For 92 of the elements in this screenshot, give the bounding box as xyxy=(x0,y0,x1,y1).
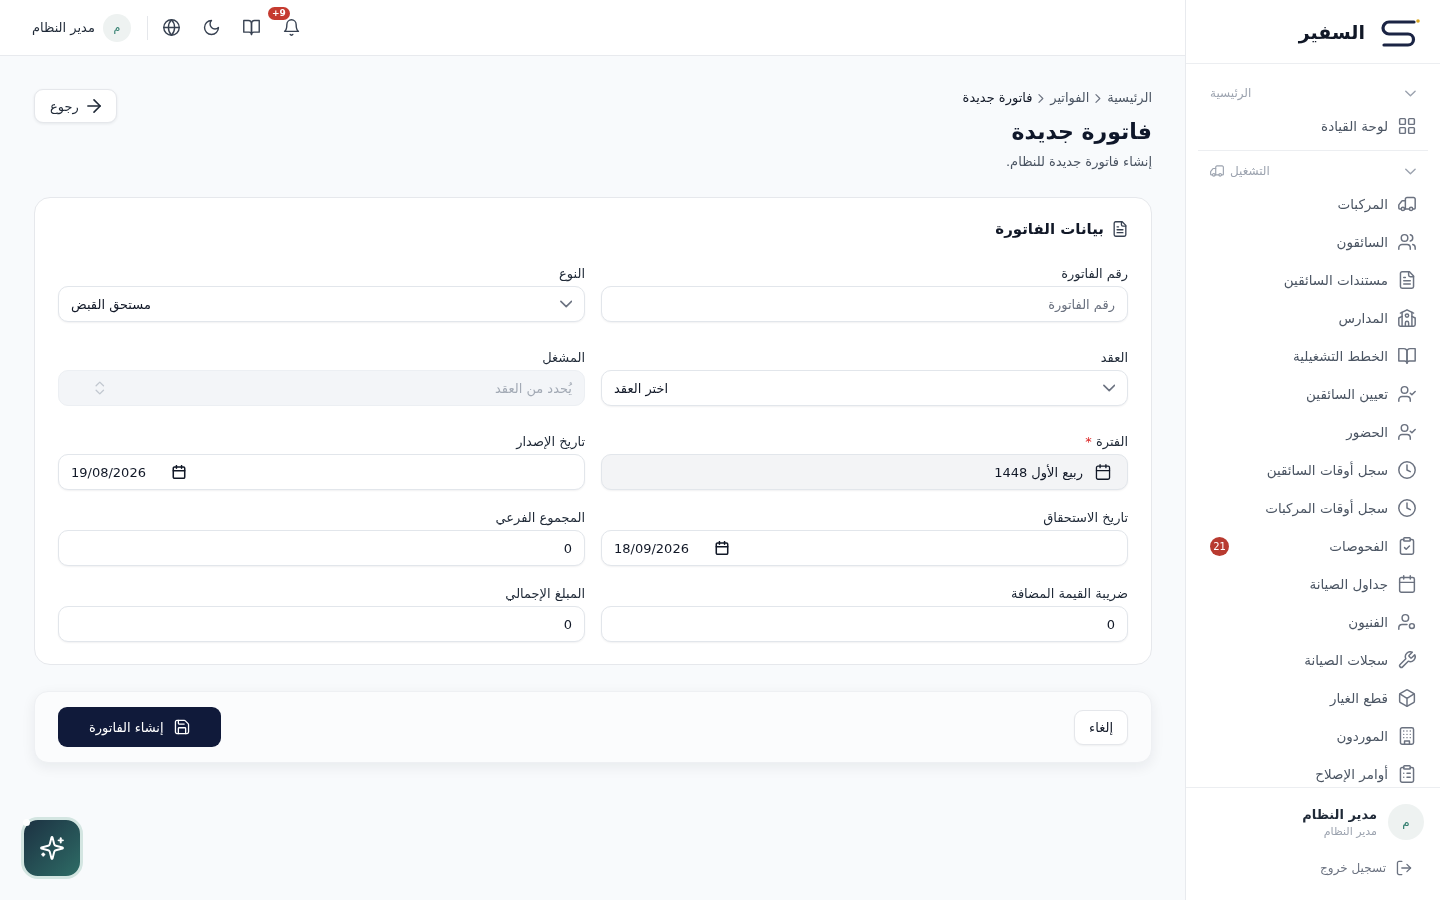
field-label: تاريخ الاستحقاق xyxy=(1042,509,1128,528)
logout-icon xyxy=(1396,860,1412,876)
chevron-right-icon xyxy=(1038,93,1045,103)
book-icon xyxy=(1398,347,1416,365)
logout-button[interactable]: تسجيل خروج xyxy=(1320,856,1412,880)
chevron-down-icon xyxy=(1102,384,1115,392)
chevron-down-icon xyxy=(1405,167,1416,175)
user-name: مدير النظام xyxy=(32,20,95,35)
page-title: فاتورة جديدة xyxy=(1010,118,1152,147)
breadcrumb-link[interactable]: فاتورة جديدة xyxy=(962,88,1033,108)
field-label: الفترة * xyxy=(1084,433,1128,452)
document-icon xyxy=(1398,271,1416,289)
chevrons-up-down-icon xyxy=(95,381,105,395)
sidebar-item[interactable]: المدارس xyxy=(1198,304,1428,332)
sidebar-item[interactable]: الموردون xyxy=(1198,722,1428,750)
arrow-right-icon xyxy=(86,99,101,113)
user-role: مدير النظام xyxy=(1322,823,1377,839)
calendar-icon xyxy=(1095,464,1111,480)
user-avatar: م xyxy=(1388,804,1424,840)
count-badge: 21 xyxy=(1210,536,1229,556)
period-picker[interactable]: ربيع الأول 1448 xyxy=(601,454,1128,490)
submit-button[interactable]: إنشاء الفاتورة xyxy=(58,707,221,747)
sidebar-item[interactable]: الفنيون xyxy=(1198,608,1428,636)
truck-icon xyxy=(1210,164,1224,178)
user-avatar: م xyxy=(102,13,131,42)
card-title: بيانات الفاتورة xyxy=(995,221,1104,237)
field-label: النوع xyxy=(558,265,585,284)
moon-icon xyxy=(203,19,221,36)
number-field[interactable]: 0 xyxy=(601,606,1128,642)
save-icon xyxy=(173,719,190,735)
school-icon xyxy=(1398,309,1416,327)
globe-icon xyxy=(163,19,181,36)
sidebar-item[interactable]: سجلات الصيانة xyxy=(1198,646,1428,674)
sidebar-item[interactable]: جداول الصيانة xyxy=(1198,570,1428,598)
sidebar-item[interactable]: السائقون xyxy=(1198,228,1428,256)
chevron-down-icon xyxy=(559,300,572,308)
user-icon xyxy=(1398,613,1416,631)
sidebar-item[interactable]: الحضور xyxy=(1198,418,1428,446)
field-label: المجموع الفرعي xyxy=(494,509,585,528)
sidebar-item[interactable]: الخطط التشغيلية xyxy=(1198,342,1428,370)
user-check-icon xyxy=(1398,385,1416,403)
field-label: رقم الفاتورة xyxy=(1060,265,1128,284)
breadcrumb-link[interactable]: الفواتير xyxy=(1050,88,1090,108)
page-subtitle: إنشاء فاتورة جديدة للنظام. xyxy=(1005,153,1152,172)
sparkles-icon xyxy=(40,836,64,860)
chevron-down-icon xyxy=(1405,89,1416,97)
sidebar-item[interactable]: تعيين السائقين xyxy=(1198,380,1428,408)
notification-badge: +9 xyxy=(267,6,290,20)
field-label: المبلغ الإجمالي xyxy=(504,585,585,603)
date-field[interactable]: 19/08/2026 xyxy=(58,454,585,490)
box-icon xyxy=(1398,689,1416,707)
grid-icon xyxy=(1398,117,1416,135)
sidebar-item[interactable]: لوحة القيادة xyxy=(1198,112,1428,140)
bell-icon xyxy=(283,19,301,36)
truck-icon xyxy=(1398,195,1416,213)
brand-name: السفير xyxy=(1298,20,1365,43)
sidebar-item[interactable]: المركبات xyxy=(1198,190,1428,218)
book-icon xyxy=(243,19,261,36)
building-icon xyxy=(1398,727,1416,745)
breadcrumb-link[interactable]: الرئيسية xyxy=(1107,88,1152,108)
date-field[interactable]: 18/09/2026 xyxy=(601,530,1128,566)
calendar-icon xyxy=(171,465,186,479)
field-label: تاريخ الإصدار xyxy=(514,433,585,451)
select-field[interactable]: اختر العقد xyxy=(601,370,1128,406)
user-name: مدير النظام xyxy=(1302,805,1377,824)
sidebar-item[interactable]: سجل أوقات المركبات xyxy=(1198,494,1428,522)
number-field[interactable]: 0 xyxy=(58,606,585,642)
clipboard-check-icon xyxy=(1398,537,1416,555)
sidebar-item[interactable]: أوامر الإصلاح xyxy=(1198,760,1428,787)
field-label: ضريبة القيمة المضافة xyxy=(1009,585,1128,604)
sidebar-item[interactable]: سجل أوقات السائقين xyxy=(1198,456,1428,484)
field-label: المشغل xyxy=(541,349,585,367)
chevron-right-icon xyxy=(1095,93,1102,103)
cancel-button[interactable]: إلغاء xyxy=(1074,709,1128,745)
calendar-icon xyxy=(714,541,729,555)
clock-icon xyxy=(1398,499,1416,517)
users-icon xyxy=(1398,233,1416,251)
assistant-button[interactable] xyxy=(21,817,83,879)
number-field[interactable]: 0 xyxy=(58,530,585,566)
wrench-icon xyxy=(1398,651,1416,669)
calendar-icon xyxy=(1398,575,1416,593)
clock-icon xyxy=(1398,461,1416,479)
back-button[interactable]: رجوع xyxy=(34,89,117,123)
select-field[interactable]: مستحق القبض xyxy=(58,286,585,322)
clipboard-list-icon xyxy=(1398,765,1416,783)
indicator-dot-icon xyxy=(23,819,30,826)
field-label: العقد xyxy=(1099,349,1128,367)
text-field[interactable]: رقم الفاتورة xyxy=(601,286,1128,322)
user-check-icon xyxy=(1398,423,1416,441)
sidebar-item[interactable]: قطع الغيار xyxy=(1198,684,1428,712)
sidebar-item[interactable]: مستندات السائقين xyxy=(1198,266,1428,294)
document-icon xyxy=(1112,221,1128,237)
